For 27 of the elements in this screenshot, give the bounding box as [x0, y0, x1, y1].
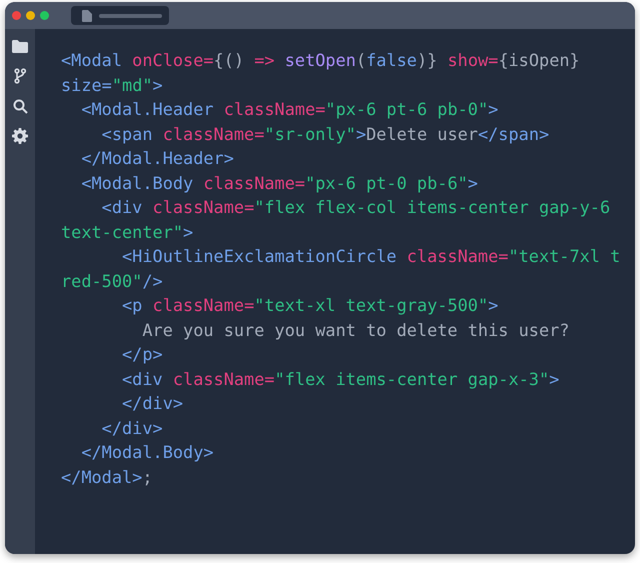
code-line: red-500"/>: [61, 270, 163, 292]
code-line: <p className="text-xl text-gray-500">: [121, 294, 498, 317]
code-line: <div className="flex flex-col items-center gap-y-6: [100, 196, 610, 219]
code-line: size="md">: [61, 74, 163, 96]
folder-icon[interactable]: [12, 38, 28, 54]
code-line: </p>: [121, 343, 163, 366]
code-line: </div>: [121, 392, 184, 415]
code-line: Are you sure you want to delete this user?: [141, 318, 570, 342]
code-line: <HiOutlineExclamationCircle className="text-7xl t: [121, 245, 620, 268]
code-line: <Modal onClose={() => setOpen(false)} show={isOpen}: [61, 49, 580, 72]
code-line: </div>: [100, 416, 163, 440]
code-line: text-center">: [61, 220, 194, 244]
code-line: </Modal>;: [61, 466, 153, 488]
file-tab[interactable]: [71, 6, 169, 25]
branch-icon[interactable]: [12, 68, 28, 84]
code-line: <div className="flex items-center gap-x-3">: [121, 368, 560, 391]
code-line: </Modal.Header>: [80, 147, 234, 170]
maximize-dot[interactable]: [40, 11, 49, 20]
search-icon[interactable]: [12, 98, 28, 114]
settings-icon[interactable]: [12, 128, 28, 144]
close-dot[interactable]: [12, 11, 21, 20]
code-line: <span className="sr-only">Delete user</span>: [100, 122, 550, 146]
code-line: <Modal.Body className="px-6 pt-0 pb-6">: [80, 172, 478, 194]
code-line: <Modal.Header className="px-6 pt-6 pb-0">: [80, 98, 498, 121]
file-icon: [82, 10, 92, 22]
minimize-dot[interactable]: [26, 11, 35, 20]
code-line: </Modal.Body>: [80, 441, 214, 464]
